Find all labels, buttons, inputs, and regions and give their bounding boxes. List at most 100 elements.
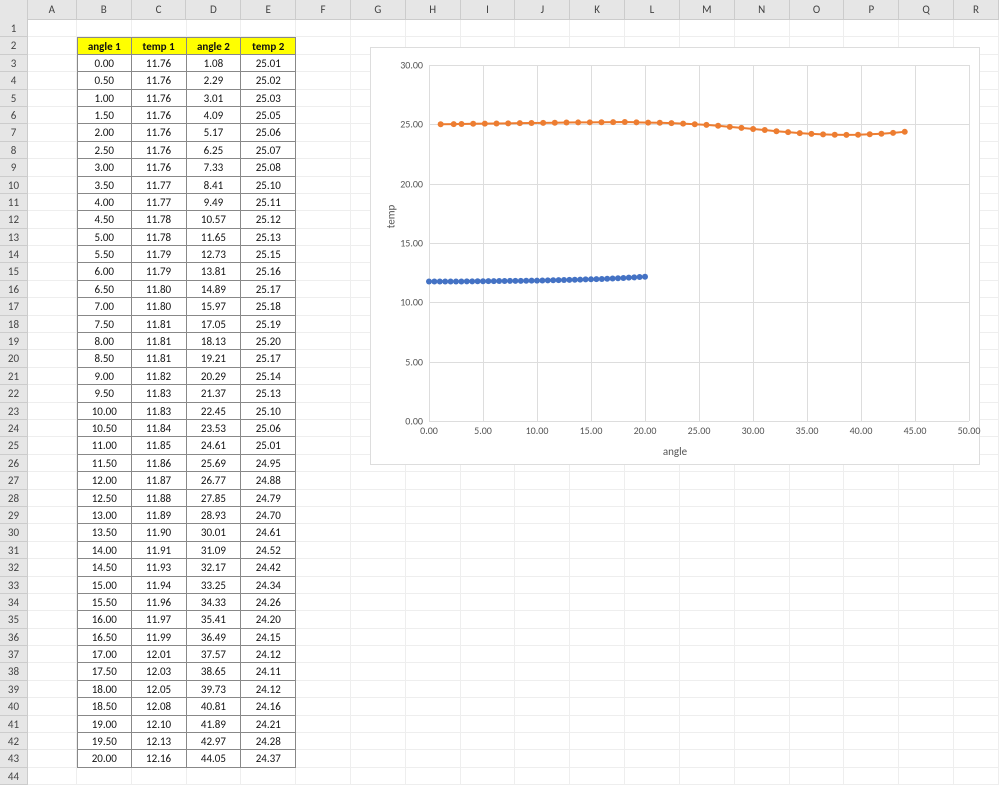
cell-C29[interactable]: 11.89 xyxy=(132,507,187,524)
cell-F43[interactable] xyxy=(296,750,351,767)
cell-D35[interactable]: 35.41 xyxy=(187,611,242,628)
cell-M38[interactable] xyxy=(680,663,735,680)
cell-A30[interactable] xyxy=(28,524,77,541)
cell-D11[interactable]: 9.49 xyxy=(187,194,242,211)
cell-A41[interactable] xyxy=(28,716,77,733)
cell-N29[interactable] xyxy=(735,507,790,524)
cell-K29[interactable] xyxy=(570,507,625,524)
cell-E31[interactable]: 24.52 xyxy=(241,542,296,559)
cell-M40[interactable] xyxy=(680,698,735,715)
cell-F4[interactable] xyxy=(296,72,351,89)
cell-R32[interactable] xyxy=(954,559,999,576)
col-header-c[interactable]: C xyxy=(132,0,187,20)
cell-B21[interactable]: 9.00 xyxy=(77,368,132,385)
cell-C35[interactable]: 11.97 xyxy=(132,611,187,628)
cell-D19[interactable]: 18.13 xyxy=(187,333,242,350)
row-header-42[interactable]: 42 xyxy=(0,733,27,750)
cell-G40[interactable] xyxy=(351,698,406,715)
cell-E6[interactable]: 25.05 xyxy=(241,107,296,124)
cell-L27[interactable] xyxy=(625,472,680,489)
cell-B11[interactable]: 4.00 xyxy=(77,194,132,211)
cell-D42[interactable]: 42.97 xyxy=(187,733,242,750)
cell-D40[interactable]: 40.81 xyxy=(187,698,242,715)
cell-L32[interactable] xyxy=(625,559,680,576)
cell-A35[interactable] xyxy=(28,611,77,628)
cell-A34[interactable] xyxy=(28,594,77,611)
row-header-20[interactable]: 20 xyxy=(0,350,27,367)
row-header-26[interactable]: 26 xyxy=(0,455,27,472)
cell-G1[interactable] xyxy=(351,20,406,37)
cell-E4[interactable]: 25.02 xyxy=(241,72,296,89)
cell-D13[interactable]: 11.65 xyxy=(187,229,242,246)
cell-N33[interactable] xyxy=(735,577,790,594)
cell-D25[interactable]: 24.61 xyxy=(187,437,242,454)
col-header-j[interactable]: J xyxy=(515,0,570,20)
cell-K32[interactable] xyxy=(570,559,625,576)
cell-F14[interactable] xyxy=(296,246,351,263)
cell-H43[interactable] xyxy=(406,750,461,767)
cell-O44[interactable] xyxy=(790,768,845,785)
col-header-g[interactable]: G xyxy=(351,0,406,20)
cell-C41[interactable]: 12.10 xyxy=(132,716,187,733)
cell-A14[interactable] xyxy=(28,246,77,263)
cell-J31[interactable] xyxy=(515,542,570,559)
cell-F27[interactable] xyxy=(296,472,351,489)
cell-F8[interactable] xyxy=(296,142,351,159)
cell-B31[interactable]: 14.00 xyxy=(77,542,132,559)
cell-A39[interactable] xyxy=(28,681,77,698)
row-header-40[interactable]: 40 xyxy=(0,698,27,715)
cell-C44[interactable] xyxy=(132,768,187,785)
cell-A23[interactable] xyxy=(28,403,77,420)
cell-B4[interactable]: 0.50 xyxy=(77,72,132,89)
cell-L37[interactable] xyxy=(625,646,680,663)
cell-P36[interactable] xyxy=(844,629,899,646)
col-header-q[interactable]: Q xyxy=(899,0,954,20)
cell-G41[interactable] xyxy=(351,716,406,733)
cell-C5[interactable]: 11.76 xyxy=(132,90,187,107)
cell-J38[interactable] xyxy=(515,663,570,680)
cell-M37[interactable] xyxy=(680,646,735,663)
cell-F38[interactable] xyxy=(296,663,351,680)
cell-A3[interactable] xyxy=(28,55,77,72)
cell-F44[interactable] xyxy=(296,768,351,785)
cell-C8[interactable]: 11.76 xyxy=(132,142,187,159)
cell-I32[interactable] xyxy=(461,559,516,576)
chart[interactable]: temp 0.005.0010.0015.0020.0025.0030.000.… xyxy=(370,47,980,465)
cell-H36[interactable] xyxy=(406,629,461,646)
cell-A42[interactable] xyxy=(28,733,77,750)
cell-A7[interactable] xyxy=(28,124,77,141)
cell-O31[interactable] xyxy=(790,542,845,559)
cell-D30[interactable]: 30.01 xyxy=(187,524,242,541)
cell-F31[interactable] xyxy=(296,542,351,559)
cell-C14[interactable]: 11.79 xyxy=(132,246,187,263)
cell-K44[interactable] xyxy=(570,768,625,785)
cell-H35[interactable] xyxy=(406,611,461,628)
cell-F19[interactable] xyxy=(296,333,351,350)
cell-N41[interactable] xyxy=(735,716,790,733)
cell-F12[interactable] xyxy=(296,211,351,228)
cell-B37[interactable]: 17.00 xyxy=(77,646,132,663)
cell-F39[interactable] xyxy=(296,681,351,698)
cell-G33[interactable] xyxy=(351,577,406,594)
cell-P38[interactable] xyxy=(844,663,899,680)
cell-B28[interactable]: 12.50 xyxy=(77,490,132,507)
cell-D26[interactable]: 25.69 xyxy=(187,455,242,472)
cell-N37[interactable] xyxy=(735,646,790,663)
cell-R43[interactable] xyxy=(954,750,999,767)
cell-A12[interactable] xyxy=(28,211,77,228)
cell-H29[interactable] xyxy=(406,507,461,524)
cell-D22[interactable]: 21.37 xyxy=(187,385,242,402)
cell-O30[interactable] xyxy=(790,524,845,541)
cell-R29[interactable] xyxy=(954,507,999,524)
cell-D2[interactable]: angle 2 xyxy=(187,37,242,54)
row-header-41[interactable]: 41 xyxy=(0,716,27,733)
cell-F18[interactable] xyxy=(296,316,351,333)
cell-D36[interactable]: 36.49 xyxy=(187,629,242,646)
row-header-21[interactable]: 21 xyxy=(0,368,27,385)
cell-L41[interactable] xyxy=(625,716,680,733)
cell-A19[interactable] xyxy=(28,333,77,350)
cell-B2[interactable]: angle 1 xyxy=(77,37,132,54)
cell-Q28[interactable] xyxy=(899,490,954,507)
row-header-38[interactable]: 38 xyxy=(0,663,27,680)
cell-C4[interactable]: 11.76 xyxy=(132,72,187,89)
